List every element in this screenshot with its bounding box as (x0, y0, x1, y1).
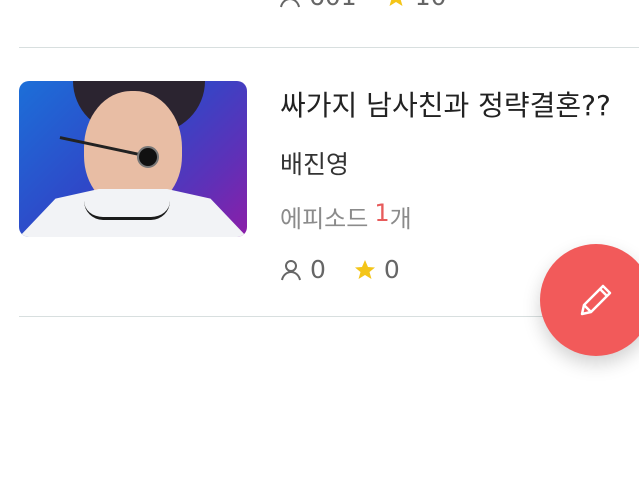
stars-count: 0 (383, 255, 400, 284)
story-stats: 0 0 (280, 255, 420, 284)
episode-number: 1 (374, 199, 390, 227)
story-title[interactable]: 싸가지 남사친과 정략결혼?? (280, 84, 611, 124)
views-count: 0 (310, 255, 326, 284)
write-button[interactable] (540, 244, 639, 356)
episode-count: 에피소드 1 개 (280, 199, 412, 234)
top-divider (19, 47, 639, 48)
star-icon (354, 259, 376, 281)
pencil-icon (574, 278, 618, 322)
person-icon (280, 259, 302, 281)
episode-prefix: 에피소드 (280, 205, 369, 233)
story-thumbnail[interactable] (19, 81, 247, 237)
story-author: 배진영 (280, 150, 350, 179)
person-icon (279, 0, 301, 8)
story-list-item[interactable]: 싸가지 남사친과 정략결혼?? 배진영 에피소드 1 개 0 0 (19, 81, 639, 284)
previous-views-count: 601 (309, 0, 357, 11)
episode-suffix: 개 (389, 205, 412, 233)
previous-item-stats: 601 10 (279, 0, 467, 11)
previous-stars-count: 10 (415, 0, 447, 11)
star-icon (385, 0, 407, 8)
